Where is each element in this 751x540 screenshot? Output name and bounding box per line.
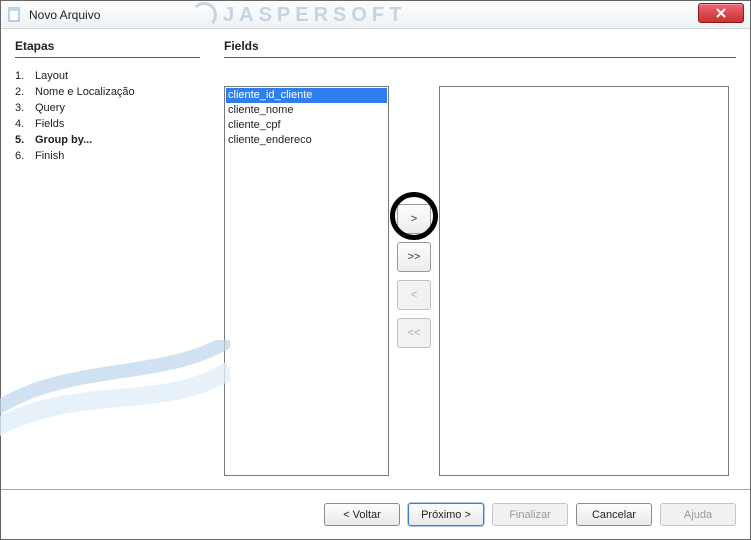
app-icon	[7, 7, 23, 23]
step-label: Group by...	[35, 134, 92, 146]
add-all-button[interactable]: >>	[397, 242, 431, 272]
wizard-footer: < Voltar Próximo > Finalizar Cancelar Aj…	[1, 489, 750, 539]
transfer-buttons: > >> < <<	[389, 86, 439, 476]
steps-title: Etapas	[15, 39, 200, 58]
remove-all-button[interactable]: <<	[397, 318, 431, 348]
help-button[interactable]: Ajuda	[660, 503, 736, 526]
step-number: 4.	[15, 118, 35, 130]
step-item: 4.Fields	[15, 116, 200, 132]
available-fields-list[interactable]: cliente_id_clientecliente_nomecliente_cp…	[224, 86, 389, 476]
step-label: Query	[35, 102, 65, 114]
step-label: Nome e Localização	[35, 86, 135, 98]
list-item[interactable]: cliente_id_cliente	[226, 88, 387, 103]
step-item: 5.Group by...	[15, 132, 200, 148]
steps-list: 1.Layout2.Nome e Localização3.Query4.Fie…	[15, 68, 200, 164]
close-button[interactable]	[698, 3, 744, 23]
step-number: 2.	[15, 86, 35, 98]
step-item: 3.Query	[15, 100, 200, 116]
step-item: 1.Layout	[15, 68, 200, 84]
step-item: 6.Finish	[15, 148, 200, 164]
brand-text: JASPERSOFT	[223, 4, 406, 27]
fields-title: Fields	[224, 39, 736, 58]
step-label: Fields	[35, 118, 64, 130]
step-number: 6.	[15, 150, 35, 162]
titlebar: Novo Arquivo JASPERSOFT	[1, 1, 750, 29]
step-label: Finish	[35, 150, 64, 162]
selected-fields-list[interactable]	[439, 86, 729, 476]
step-number: 1.	[15, 70, 35, 82]
brand-logo: JASPERSOFT	[191, 1, 406, 29]
step-number: 5.	[15, 134, 35, 146]
cancel-button[interactable]: Cancelar	[576, 503, 652, 526]
next-button[interactable]: Próximo >	[408, 503, 484, 526]
step-label: Layout	[35, 70, 68, 82]
list-item[interactable]: cliente_nome	[226, 103, 387, 118]
list-item[interactable]: cliente_endereco	[226, 133, 387, 148]
window-title: Novo Arquivo	[29, 8, 100, 22]
list-item[interactable]: cliente_cpf	[226, 118, 387, 133]
step-number: 3.	[15, 102, 35, 114]
back-button[interactable]: < Voltar	[324, 503, 400, 526]
add-button[interactable]: >	[397, 204, 431, 234]
steps-sidebar: Etapas 1.Layout2.Nome e Localização3.Que…	[15, 39, 200, 489]
step-item: 2.Nome e Localização	[15, 84, 200, 100]
finish-button[interactable]: Finalizar	[492, 503, 568, 526]
remove-button[interactable]: <	[397, 280, 431, 310]
